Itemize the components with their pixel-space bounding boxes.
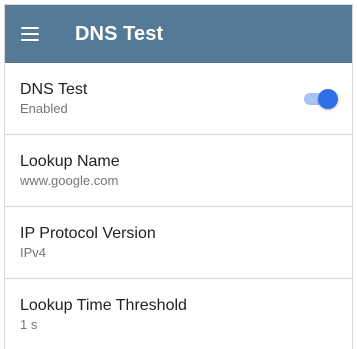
setting-value: IPv4 — [20, 245, 47, 260]
setting-title: Lookup Name — [20, 153, 120, 170]
setting-dns-test[interactable]: DNS Test Enabled — [5, 63, 352, 135]
setting-title: IP Protocol Version — [20, 225, 156, 242]
toggle-thumb — [318, 89, 338, 109]
setting-title: Lookup Time Threshold — [20, 297, 187, 314]
setting-lookup-time-threshold[interactable]: Lookup Time Threshold 1 s — [5, 279, 352, 349]
setting-ip-protocol-version[interactable]: IP Protocol Version IPv4 — [5, 207, 352, 279]
setting-value: 1 s — [20, 317, 38, 332]
app-bar: DNS Test — [5, 5, 352, 63]
setting-value: www.google.com — [20, 173, 119, 188]
page-title: DNS Test — [75, 22, 164, 45]
dns-test-toggle[interactable] — [304, 89, 338, 109]
setting-value: Enabled — [20, 101, 68, 116]
setting-title: DNS Test — [20, 81, 88, 98]
setting-lookup-name[interactable]: Lookup Name www.google.com — [5, 135, 352, 207]
hamburger-menu-icon[interactable] — [21, 27, 39, 41]
screen-frame: DNS Test DNS Test Enabled Lookup Name ww… — [4, 4, 353, 349]
